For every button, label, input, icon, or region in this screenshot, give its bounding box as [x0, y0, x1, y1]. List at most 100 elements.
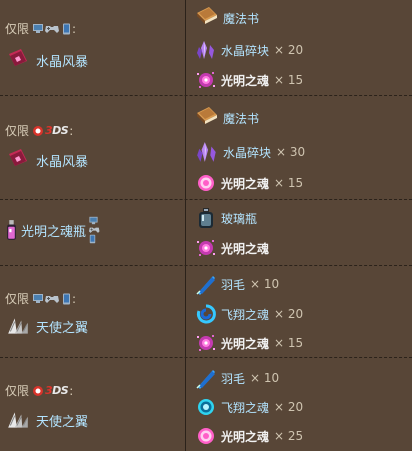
ingredient-quantity: × 10: [250, 371, 280, 385]
ingredient-quantity: × 30: [276, 145, 306, 159]
ingredient-link[interactable]: 飞翔之魂: [221, 399, 269, 416]
ingredient-link[interactable]: 光明之魂: [221, 428, 269, 445]
ingredient[interactable]: 光明之魂 × 15: [195, 171, 303, 195]
ingredient[interactable]: 飞翔之魂 × 20: [195, 395, 303, 419]
3ds-text: DS: [52, 384, 69, 397]
spell-tome-icon: [197, 107, 217, 124]
colon: :: [69, 123, 74, 138]
platform-restriction: 仅限 :: [5, 290, 76, 307]
mobile-icon: [63, 293, 71, 304]
ingredient-quantity: × 20: [274, 400, 304, 414]
soul-of-flight-icon: [198, 399, 214, 415]
ingredient-link[interactable]: 飞翔之魂: [221, 306, 269, 323]
3ds-icon: 3DS: [32, 124, 69, 137]
result-item[interactable]: 光明之魂瓶: [6, 216, 101, 244]
colon: :: [72, 291, 77, 306]
colon: :: [69, 383, 74, 398]
result-cell: 光明之魂瓶: [0, 200, 186, 265]
recipe-row: 仅限 3DS : 天使之翼 羽毛 × 10 飞翔之魂 × 20 光明之魂 × 2…: [0, 358, 412, 451]
angel-wings-icon: [7, 411, 29, 429]
ingredient[interactable]: 魔法书: [195, 106, 259, 130]
result-item[interactable]: 水晶风暴: [6, 48, 88, 72]
ingredient[interactable]: 羽毛 × 10: [195, 366, 279, 390]
ingredient-quantity: × 15: [274, 336, 304, 350]
restriction-label: 仅限: [5, 124, 30, 138]
recipe-row: 仅限 : 天使之翼 羽毛 × 10 飞翔之魂 × 20 光明之魂 × 15: [0, 266, 412, 358]
ingredient-link[interactable]: 羽毛: [221, 370, 245, 387]
ingredient-link[interactable]: 光明之魂: [221, 175, 269, 192]
controller-icon: [45, 26, 60, 33]
result-item-link[interactable]: 光明之魂瓶: [21, 221, 86, 240]
controller-icon: [89, 227, 100, 233]
feather-icon: [196, 275, 216, 295]
angel-wings-icon: [7, 317, 29, 335]
result-item-link[interactable]: 天使之翼: [36, 317, 88, 336]
result-item-link[interactable]: 水晶风暴: [36, 51, 88, 70]
ingredient-link[interactable]: 魔法书: [223, 10, 259, 27]
ingredient[interactable]: 光明之魂 × 25: [195, 424, 303, 448]
ingredient-quantity: × 15: [274, 176, 304, 190]
colon: :: [72, 21, 77, 36]
result-item-link[interactable]: 水晶风暴: [36, 151, 88, 170]
crystal-storm-book-icon: [9, 149, 27, 168]
result-item-link[interactable]: 天使之翼: [36, 411, 88, 430]
ingredient[interactable]: 水晶碎块 × 30: [195, 140, 305, 164]
ingredient-link[interactable]: 羽毛: [221, 276, 245, 293]
ingredient[interactable]: 光明之魂 × 15: [195, 331, 303, 355]
recipe-row: 仅限 3DS : 水晶风暴 魔法书 水晶碎块 × 30 光明之魂 × 15: [0, 96, 412, 200]
ingredient-link[interactable]: 水晶碎块: [223, 144, 271, 161]
ingredient-quantity: × 15: [274, 73, 304, 87]
crystal-shard-icon: [197, 41, 214, 59]
feather-icon: [196, 369, 216, 389]
restriction-label: 仅限: [5, 292, 30, 306]
3ds-icon: 3DS: [32, 384, 69, 397]
platform-restriction: 仅限 :: [5, 20, 76, 37]
restriction-label: 仅限: [5, 22, 30, 36]
ingredient-quantity: × 20: [274, 307, 304, 321]
result-item[interactable]: 天使之翼: [6, 314, 88, 338]
mobile-icon: [89, 234, 96, 244]
ingredient[interactable]: 水晶碎块 × 20: [195, 38, 303, 62]
soul-of-light-icon: [198, 428, 214, 444]
3ds-text: DS: [52, 124, 69, 137]
3ds-mascot-icon: [33, 385, 44, 396]
restriction-label: 仅限: [5, 384, 30, 398]
ingredient[interactable]: 光明之魂 × 15: [195, 68, 303, 92]
soul-of-light-icon: [197, 72, 215, 88]
crystal-shard-icon: [197, 142, 216, 162]
ingredient-link[interactable]: 水晶碎块: [221, 42, 269, 59]
ingredient[interactable]: 飞翔之魂 × 20: [195, 302, 303, 326]
ingredient-link[interactable]: 玻璃瓶: [221, 210, 257, 227]
result-cell: 仅限 : 天使之翼: [0, 266, 186, 357]
ingredient-link[interactable]: 魔法书: [223, 110, 259, 127]
ingredient-link[interactable]: 光明之魂: [221, 335, 269, 352]
glass-bottle-icon: [199, 208, 213, 228]
ingredient[interactable]: 光明之魂: [195, 236, 269, 260]
3ds-mascot-icon: [33, 125, 44, 136]
platform-restriction: 仅限 3DS :: [5, 122, 73, 139]
ingredient-link[interactable]: 光明之魂: [221, 240, 269, 257]
platform-restriction: 仅限 3DS :: [5, 382, 73, 399]
result-item[interactable]: 水晶风暴: [6, 148, 88, 172]
recipe-row: 仅限 : 水晶风暴 魔法书 水晶碎块 × 20 光明之魂 × 15: [0, 0, 412, 96]
ingredient-link[interactable]: 光明之魂: [221, 72, 269, 89]
pc-icon: [33, 294, 44, 303]
pc-icon: [33, 24, 44, 33]
ingredient[interactable]: 羽毛 × 10: [195, 272, 279, 296]
ingredient-quantity: × 10: [250, 277, 280, 291]
ingredient[interactable]: 魔法书: [195, 6, 259, 30]
recipe-row: 光明之魂瓶 玻璃瓶 光明之魂: [0, 200, 412, 266]
controller-icon: [45, 296, 60, 303]
mobile-icon: [63, 23, 71, 34]
soul-of-light-icon: [197, 240, 215, 256]
result-cell: 仅限 3DS : 天使之翼: [0, 358, 186, 451]
soul-of-light-icon: [198, 175, 214, 191]
result-item[interactable]: 天使之翼: [6, 408, 88, 432]
ingredient[interactable]: 玻璃瓶: [195, 206, 257, 230]
soul-of-light-icon: [197, 335, 215, 351]
ingredient-quantity: × 20: [274, 43, 304, 57]
pc-icon: [89, 216, 98, 225]
soul-of-flight-icon: [196, 304, 216, 324]
result-cell: 仅限 : 水晶风暴: [0, 0, 186, 95]
result-cell: 仅限 3DS : 水晶风暴: [0, 96, 186, 199]
